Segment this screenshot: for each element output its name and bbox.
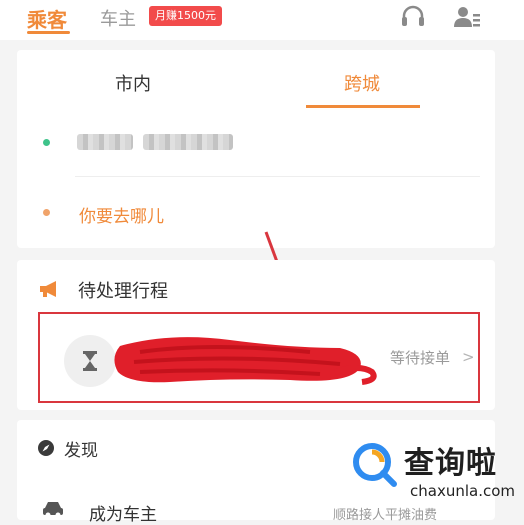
pending-title: 待处理行程: [78, 281, 168, 302]
car-icon: [41, 499, 65, 519]
redacted-trip-info: [114, 337, 377, 385]
trip-status: 等待接单: [390, 349, 451, 367]
route-card: 市内 跨城 你要去哪儿: [17, 50, 495, 248]
watermark: 查询啦 chaxunla.com: [340, 428, 522, 516]
promo-badge: 月赚1500元: [149, 6, 222, 26]
discover-title: 发现: [64, 441, 98, 461]
chevron-right-icon: >: [462, 348, 475, 366]
megaphone-icon: [38, 279, 62, 299]
pending-trip-item[interactable]: 等待接单 >: [38, 312, 480, 403]
origin-redacted[interactable]: [77, 134, 133, 150]
tab-intercity-underline: [306, 105, 420, 108]
watermark-url: chaxunla.com: [410, 482, 515, 500]
tab-passenger-underline: [27, 31, 70, 34]
headset-icon[interactable]: [398, 2, 428, 32]
user-list-icon[interactable]: [452, 2, 482, 32]
tab-driver[interactable]: 车主: [100, 5, 136, 31]
hourglass-icon: [83, 351, 97, 371]
become-driver-item[interactable]: 成为车主: [89, 500, 157, 525]
tab-intercity[interactable]: 跨城: [344, 70, 380, 96]
top-bar: 乘客 车主 月赚1500元: [0, 0, 524, 40]
origin-dot: [43, 139, 50, 146]
search-logo-icon: [353, 443, 397, 487]
divider: [75, 176, 480, 177]
tab-passenger[interactable]: 乘客: [27, 4, 67, 33]
origin-redacted-2[interactable]: [143, 134, 233, 150]
pending-card: 待处理行程 等待接单 >: [17, 260, 495, 410]
tab-city[interactable]: 市内: [115, 70, 151, 96]
destination-input[interactable]: 你要去哪儿: [79, 202, 164, 227]
watermark-title: 查询啦: [404, 446, 497, 481]
trip-avatar: [64, 335, 116, 387]
compass-icon: [37, 439, 55, 457]
destination-dot: [43, 209, 50, 216]
